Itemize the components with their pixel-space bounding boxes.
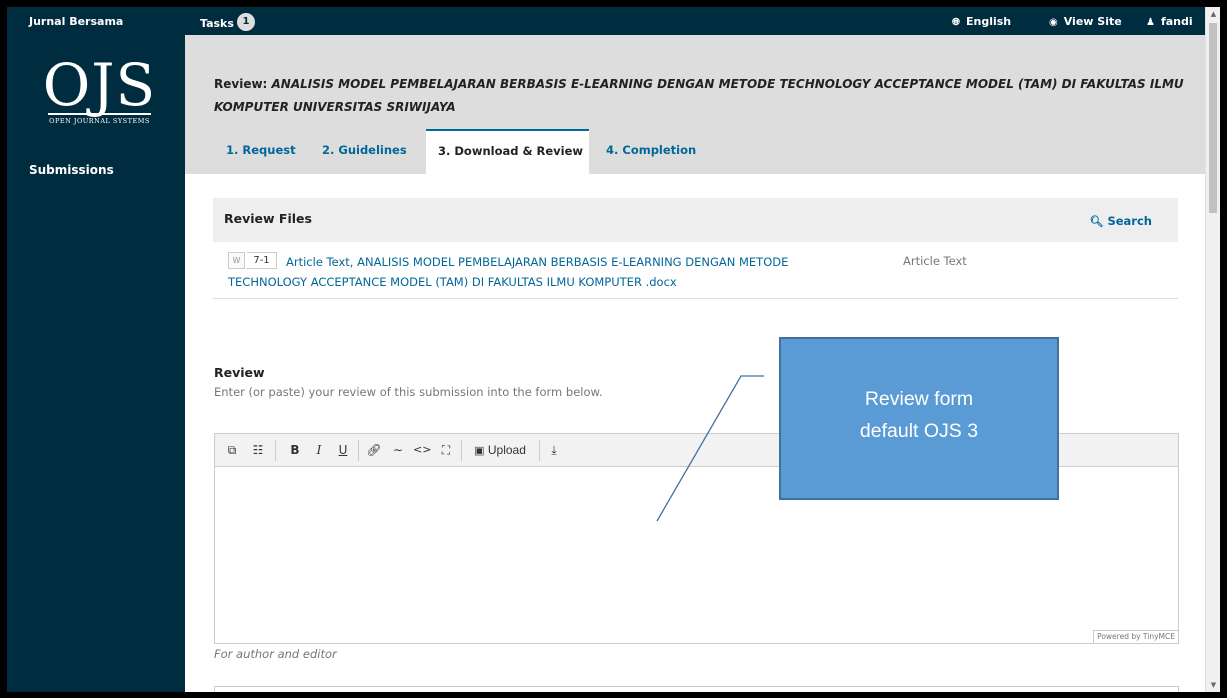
sidebar: OJS OPEN JOURNAL SYSTEMS Submissions [7,35,185,692]
next-section-box [214,686,1179,692]
view-site-button[interactable]: ◉ View Site [1049,15,1122,28]
document-icon: W [228,252,245,269]
copy-icon[interactable]: ⧉ [223,440,241,460]
review-files-title: Review Files [224,211,312,226]
user-menu-button[interactable]: ♟ fandi [1146,15,1193,28]
scrollbar-thumb[interactable] [1209,23,1217,213]
file-id-badge: 7-1 [247,252,277,269]
tasks-button[interactable]: Tasks 1 [200,13,255,33]
search-label: Search [1107,214,1152,228]
tab-guidelines[interactable]: 2. Guidelines [310,129,419,174]
view-site-label: View Site [1063,15,1122,28]
review-files-panel: Review Files 🔍︎ Search Article Text, ANAL… [213,198,1178,299]
sidebar-item-submissions[interactable]: Submissions [29,163,114,177]
list-item: Article Text, ANALISIS MODEL PEMBELAJARA… [213,242,1178,299]
annotation-callout: Review form default OJS 3 [779,337,1059,500]
eye-icon: ◉ [1049,17,1058,28]
review-description: Enter (or paste) your review of this sub… [214,385,603,399]
powered-by-tinymce[interactable]: Powered by TinyMCE [1093,630,1178,643]
toolbar-divider [539,440,540,461]
code-button[interactable]: <> [413,440,431,460]
tab-completion[interactable]: 4. Completion [594,129,708,174]
review-files-header: Review Files 🔍︎ Search [213,198,1178,242]
user-icon: ♟ [1146,17,1155,28]
language-button[interactable]: 🌐︎ English [952,15,1011,28]
image-icon: ▣ [474,445,485,457]
review-visibility-note: For author and editor [214,647,337,661]
tab-request[interactable]: 1. Request [214,129,308,174]
page-title: Review: ANALISIS MODEL PEMBELAJARAN BERB… [214,73,1189,119]
submission-title: ANALISIS MODEL PEMBELAJARAN BERBASIS E-L… [214,77,1184,114]
globe-icon: 🌐︎ [952,17,960,28]
fullscreen-icon[interactable]: ⛶ [437,440,455,460]
download-icon[interactable]: ⤓ [545,440,563,460]
search-icon: 🔍︎ [1089,215,1104,228]
upload-label: Upload [487,443,526,457]
file-download-link[interactable]: Article Text, ANALISIS MODEL PEMBELAJARA… [228,252,848,292]
toolbar-divider [461,440,462,461]
scroll-down-icon[interactable]: ▼ [1206,678,1220,692]
tab-download-review[interactable]: 3. Download & Review [426,129,589,174]
paste-icon[interactable]: ☷ [249,440,267,460]
top-bar: Jurnal Bersama Tasks 1 🌐︎ English ◉ View Si… [7,7,1205,35]
page-header: Review: ANALISIS MODEL PEMBELAJARAN BERB… [185,35,1205,174]
tasks-count-badge: 1 [236,13,255,31]
tasks-label: Tasks [200,17,234,30]
review-label: Review [214,365,265,380]
toolbar-divider [275,440,276,461]
ojs-logo[interactable]: OJS OPEN JOURNAL SYSTEMS [42,51,157,125]
title-prefix: Review: [214,77,272,91]
underline-button[interactable]: U [335,440,351,460]
language-label: English [966,15,1012,28]
unlink-icon[interactable]: ∼ [389,440,407,460]
callout-line-1: Review form [864,388,974,410]
file-type: Article Text [903,254,967,268]
upload-button[interactable]: ▣ Upload [467,440,533,460]
toolbar-divider [358,440,359,461]
user-name: fandi [1160,15,1193,28]
link-icon[interactable]: 🔗︎ [365,440,383,460]
logo-wordmark: OJS [42,51,157,119]
italic-button[interactable]: I [311,440,327,460]
scrollbar[interactable]: ▲ ▼ [1205,7,1220,692]
search-button[interactable]: 🔍︎ Search [1090,214,1153,228]
scroll-up-icon[interactable]: ▲ [1206,7,1220,21]
logo-subtitle: OPEN JOURNAL SYSTEMS [49,117,150,125]
callout-line-2: default OJS 3 [859,420,979,442]
bold-button[interactable]: B [287,440,303,460]
journal-name-link[interactable]: Jurnal Bersama [29,15,123,28]
